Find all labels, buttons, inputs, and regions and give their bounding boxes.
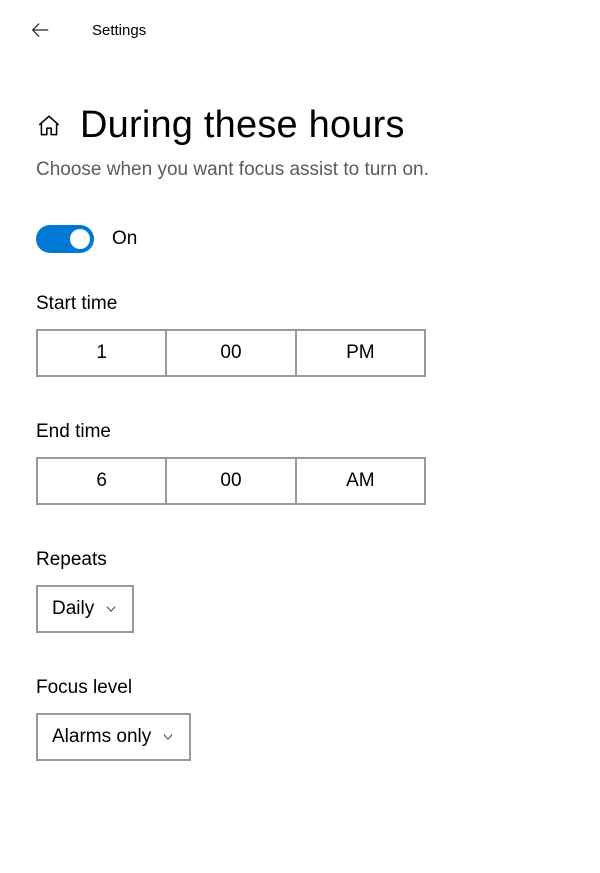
end-time-hour[interactable]: 6 [38,459,167,503]
home-icon[interactable] [36,113,62,139]
page-description: Choose when you want focus assist to tur… [36,159,564,181]
toggle-state-label: On [112,228,137,250]
repeats-dropdown[interactable]: Daily [36,585,134,633]
end-time-label: End time [36,421,564,443]
chevron-down-icon [161,730,175,744]
back-arrow-icon [29,19,51,41]
end-time-picker[interactable]: 6 00 AM [36,457,426,505]
chevron-down-icon [104,602,118,616]
toggle-row: On [36,225,564,253]
start-time-minute[interactable]: 00 [167,331,296,375]
end-time-ampm[interactable]: AM [297,459,424,503]
start-time-label: Start time [36,293,564,315]
repeats-value: Daily [52,598,94,620]
page-title-row: During these hours [36,104,564,147]
focus-level-value: Alarms only [52,726,151,748]
header-title: Settings [92,22,146,39]
focus-assist-toggle[interactable] [36,225,94,253]
page-title: During these hours [80,104,405,147]
start-time-ampm[interactable]: PM [297,331,424,375]
focus-level-dropdown[interactable]: Alarms only [36,713,191,761]
end-time-minute[interactable]: 00 [167,459,296,503]
start-time-picker[interactable]: 1 00 PM [36,329,426,377]
repeats-label: Repeats [36,549,564,571]
toggle-knob [70,229,90,249]
settings-header: Settings [0,0,600,56]
back-button[interactable] [24,14,56,46]
focus-level-label: Focus level [36,677,564,699]
start-time-hour[interactable]: 1 [38,331,167,375]
